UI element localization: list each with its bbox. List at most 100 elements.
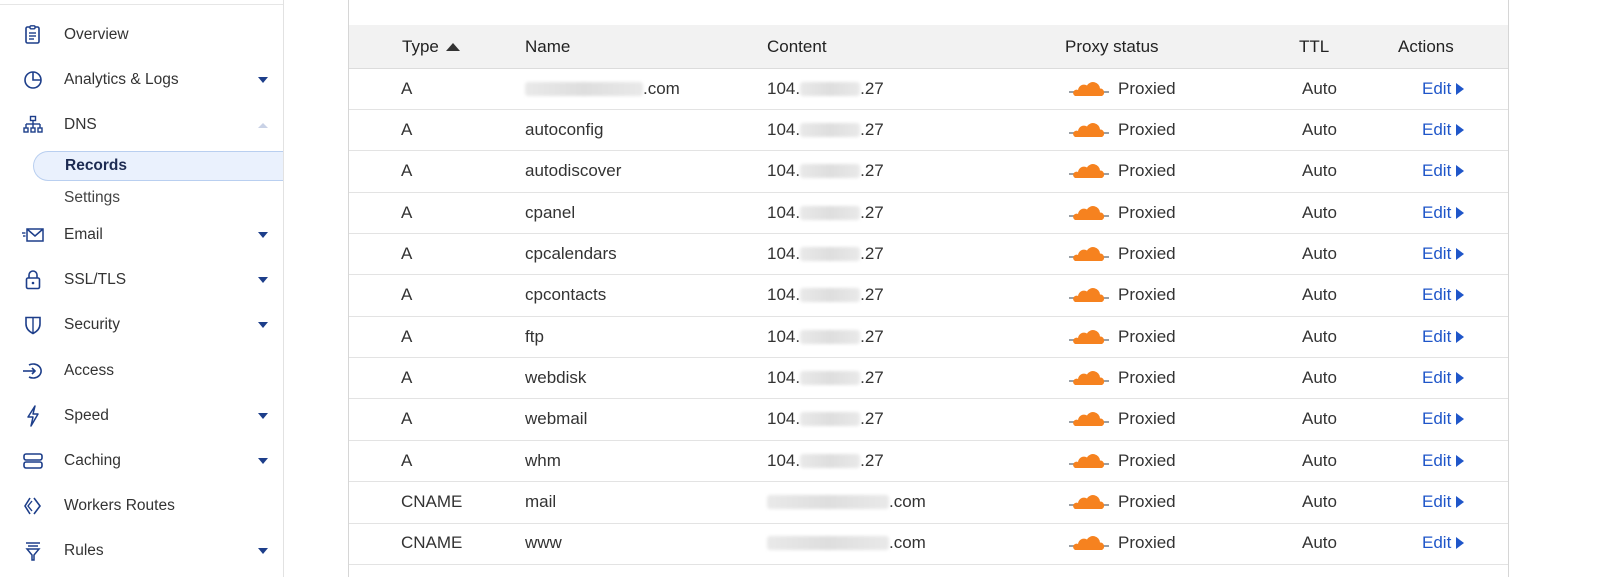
record-type: A [401,78,413,98]
proxy-status-cell: Proxied [1069,316,1176,357]
table-row[interactable]: Aautodiscover 104. .27 Proxied Auto Edit [349,151,1508,193]
edit-button[interactable]: Edit [1422,533,1465,553]
edit-button[interactable]: Edit [1422,285,1465,305]
record-name: mail [525,492,557,511]
record-content-cell: 104. .27 [767,316,884,357]
sidebar-subitem-records[interactable]: Records [33,151,283,181]
edit-label: Edit [1422,202,1452,222]
sidebar-item-caching[interactable]: Caching [0,444,283,478]
chevron-down-icon[interactable] [258,413,268,419]
column-header-name[interactable]: Name [525,25,570,68]
record-content-suffix: .com [889,533,926,553]
record-name-cell: mail [525,482,556,523]
record-type: A [401,285,413,305]
record-content-prefix: 104. [767,326,801,346]
sidebar-top-divider [0,4,283,5]
table-row[interactable]: A .com 104. .27 Proxied Auto Edit [349,68,1508,110]
sidebar-item-ssl-tls[interactable]: SSL/TLS [0,263,283,297]
table-row[interactable]: CNAME mail .com Proxied Auto Edit [349,482,1508,524]
sidebar-item-analytics[interactable]: Analytics & Logs [0,63,283,97]
sidebar-item-label: SSL/TLS [64,271,127,288]
edit-button[interactable]: Edit [1422,202,1465,223]
chevron-down-icon[interactable] [258,77,268,83]
cloud-proxied-icon [1069,371,1109,385]
cloud-proxied-icon [1069,81,1109,96]
record-type: A [401,367,413,387]
record-content-suffix: .27 [860,161,884,181]
chevron-up-icon[interactable] [258,122,268,128]
edit-button[interactable]: Edit [1422,368,1465,388]
column-header-type[interactable]: Type [402,25,460,68]
ttl-value: Auto [1302,243,1337,263]
chevron-down-icon[interactable] [258,458,268,464]
proxy-status-cell: Proxied [1069,192,1176,233]
proxy-status-label: Proxied [1118,243,1176,263]
edit-button[interactable]: Edit [1422,409,1465,429]
record-name-cell: cpcontacts [525,275,606,316]
table-row[interactable]: Acpcontacts 104. .27 Proxied Auto Edit [349,275,1508,317]
edit-button[interactable]: Edit [1422,78,1465,99]
sidebar-item-email[interactable]: Email [0,218,283,252]
edit-button[interactable]: Edit [1422,492,1465,512]
sidebar-item-label: Analytics & Logs [64,71,179,88]
chevron-down-icon[interactable] [258,232,268,238]
column-header-proxy-status[interactable]: Proxy status [1065,25,1159,68]
table-row[interactable]: Aautoconfig 104. .27 Proxied Auto Edit [349,109,1508,152]
redacted-text [800,370,861,385]
sidebar-item-speed[interactable]: Speed [0,399,283,433]
chevron-down-icon[interactable] [258,277,268,283]
column-header-content[interactable]: Content [767,25,827,68]
table-row[interactable]: Aftp 104. .27 Proxied Auto Edit [349,316,1508,359]
edit-label: Edit [1422,78,1452,98]
record-type-cell: A [401,233,412,274]
edit-button[interactable]: Edit [1422,244,1465,264]
sidebar-item-label: Security [64,316,120,333]
proxy-status-cell: Proxied [1069,357,1176,398]
record-content-prefix: 104. [767,450,801,470]
sidebar-item-workers-routes[interactable]: Workers Routes [0,489,283,523]
sidebar-subitem-settings[interactable]: Settings [33,183,283,213]
chevron-down-icon[interactable] [258,548,268,554]
sidebar-item-label: Workers Routes [64,497,175,514]
ttl-cell: Auto [1302,523,1337,564]
sidebar-item-label: Rules [64,542,104,559]
shield-icon [22,314,44,336]
edit-button[interactable]: Edit [1422,451,1465,471]
proxy-status-cell: Proxied [1069,233,1176,274]
edit-label: Edit [1422,533,1452,553]
network-icon [22,114,44,136]
record-type: A [401,409,413,429]
record-type: A [401,326,413,346]
sidebar-item-security[interactable]: Security [0,308,283,342]
sidebar-item-label: Email [64,226,103,243]
sidebar-item-overview[interactable]: Overview [0,18,283,52]
table-row[interactable]: Awhm 104. .27 Proxied Auto Edit [349,440,1508,483]
edit-button[interactable]: Edit [1422,327,1465,347]
record-type: CNAME [401,492,463,511]
record-content-suffix: .27 [860,450,884,470]
record-type-cell: A [401,68,412,109]
edit-button[interactable]: Edit [1422,120,1465,140]
record-name: autodiscover [525,161,622,181]
cloud-proxied-icon [1069,246,1109,261]
sidebar-item-rules[interactable]: Rules [0,534,283,568]
edit-button[interactable]: Edit [1422,161,1465,181]
sidebar-item-access[interactable]: Access [0,354,283,388]
record-type-cell: A [401,399,412,440]
mail-icon [22,224,44,246]
proxy-status-cell: Proxied [1069,482,1176,523]
record-name: whm [525,450,561,470]
table-row[interactable]: Acpanel 104. .27 Proxied Auto Edit [349,192,1508,235]
table-row[interactable]: Awebdisk 104. .27 Proxied Auto Edit [349,357,1508,400]
record-name-cell: webmail [525,399,587,440]
sidebar-item-label: Speed [64,407,109,424]
ttl-cell: Auto [1302,68,1337,109]
table-row[interactable]: Acpcalendars 104. .27 Proxied Auto Edit [349,233,1508,276]
sidebar-item-dns[interactable]: DNS [0,108,283,142]
column-header-ttl[interactable]: TTL [1299,25,1329,68]
table-row[interactable]: CNAME www .com Proxied Auto Edit [349,523,1508,565]
record-type: A [401,450,413,470]
chevron-down-icon[interactable] [258,322,268,328]
proxy-status-label: Proxied [1118,285,1176,305]
table-row[interactable]: Awebmail 104. .27 Proxied Auto Edit [349,399,1508,441]
